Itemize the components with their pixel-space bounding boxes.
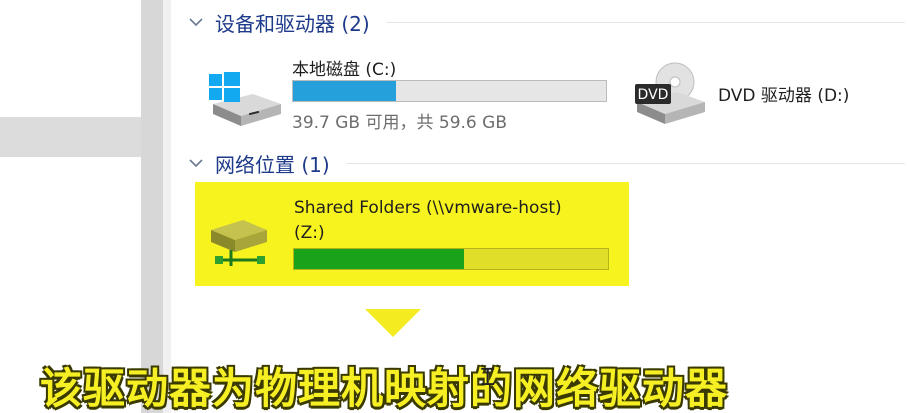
nav-selected-item[interactable] bbox=[0, 117, 141, 157]
video-caption: 该驱动器为物理机映射的网络驱动器 bbox=[0, 345, 907, 413]
drive-z-name: Shared Folders (\\vmware-host) bbox=[294, 198, 562, 218]
chevron-down-icon[interactable] bbox=[185, 152, 207, 174]
drive-z-usage-bar bbox=[293, 248, 609, 270]
drive-z-highlight[interactable]: Shared Folders (\\vmware-host) (Z:) bbox=[195, 182, 629, 286]
group-header-network[interactable]: 网络位置 (1) bbox=[185, 149, 905, 177]
group-header-devices[interactable]: 设备和驱动器 (2) bbox=[185, 8, 905, 36]
drive-d-name: DVD 驱动器 (D:) bbox=[718, 86, 850, 106]
group-title: 网络位置 (1) bbox=[215, 152, 330, 177]
drive-c-usage-bar bbox=[292, 80, 607, 102]
group-divider bbox=[385, 21, 905, 23]
dvd-icon-label: DVD bbox=[638, 87, 669, 103]
drive-c-usage-fill bbox=[293, 81, 397, 101]
network-drive-icon bbox=[207, 216, 273, 278]
drive-z-letter: (Z:) bbox=[294, 223, 325, 243]
dvd-drive-icon: DVD bbox=[633, 62, 707, 132]
drive-z-usage-fill bbox=[294, 249, 464, 269]
text-cursor-icon: Ɪ bbox=[481, 363, 495, 391]
group-title: 设备和驱动器 (2) bbox=[215, 11, 370, 36]
drive-c-name: 本地磁盘 (C:) bbox=[292, 60, 397, 80]
down-arrow-icon bbox=[365, 309, 421, 337]
chevron-down-icon[interactable] bbox=[185, 11, 207, 33]
group-divider bbox=[345, 162, 905, 164]
windows-drive-icon bbox=[209, 70, 283, 132]
caption-text: 该驱动器为物理机映射的网络驱动器 bbox=[40, 364, 729, 413]
drive-c-free-space: 39.7 GB 可用，共 59.6 GB bbox=[292, 113, 507, 133]
